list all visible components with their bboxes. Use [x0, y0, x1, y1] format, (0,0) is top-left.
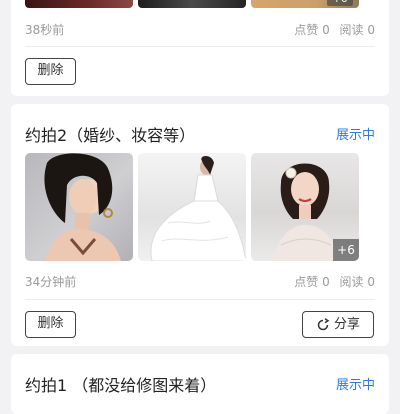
listing-photo[interactable] [138, 153, 246, 261]
divider [25, 46, 375, 47]
listing-photo[interactable] [25, 153, 133, 261]
listing-card: +6 38秒前 点赞 0 阅读 0 删除 [11, 0, 389, 96]
share-icon [317, 317, 330, 330]
listing-stats: 点赞 0 阅读 0 [288, 273, 375, 290]
listing-photo[interactable]: +6 [251, 0, 359, 8]
portrait-image [44, 153, 121, 261]
delete-button[interactable]: 删除 [25, 58, 76, 85]
share-label: 分享 [333, 316, 360, 332]
status-badge: 展示中 [335, 378, 375, 393]
divider [25, 299, 375, 300]
like-count: 点赞 0 [294, 275, 330, 289]
post-time: 38秒前 [25, 23, 65, 37]
status-badge: 展示中 [335, 128, 375, 143]
listing-photo[interactable] [138, 0, 246, 8]
like-count: 点赞 0 [294, 23, 330, 37]
listing-card: 约拍2（婚纱、妆容等） 展示中 +6 34分钟前 点赞 0 阅读 0 删除 分享 [11, 104, 389, 346]
listing-title[interactable]: 约拍2（婚纱、妆容等） [25, 122, 195, 146]
listing-card: 约拍1 （都没给修图来着） 展示中 [11, 354, 389, 414]
listing-photo[interactable] [25, 0, 133, 8]
read-count: 阅读 0 [339, 275, 375, 289]
more-photos-badge: +6 [327, 0, 353, 6]
listing-title[interactable]: 约拍1 （都没给修图来着） [25, 372, 216, 396]
listing-stats: 点赞 0 阅读 0 [288, 21, 375, 38]
read-count: 阅读 0 [339, 23, 375, 37]
share-button[interactable]: 分享 [302, 311, 374, 338]
post-time: 34分钟前 [25, 275, 77, 289]
listing-photo[interactable]: +6 [251, 153, 359, 261]
bridal-gown-image [150, 156, 246, 261]
delete-button[interactable]: 删除 [25, 311, 76, 338]
more-photos-badge[interactable]: +6 [333, 239, 359, 261]
